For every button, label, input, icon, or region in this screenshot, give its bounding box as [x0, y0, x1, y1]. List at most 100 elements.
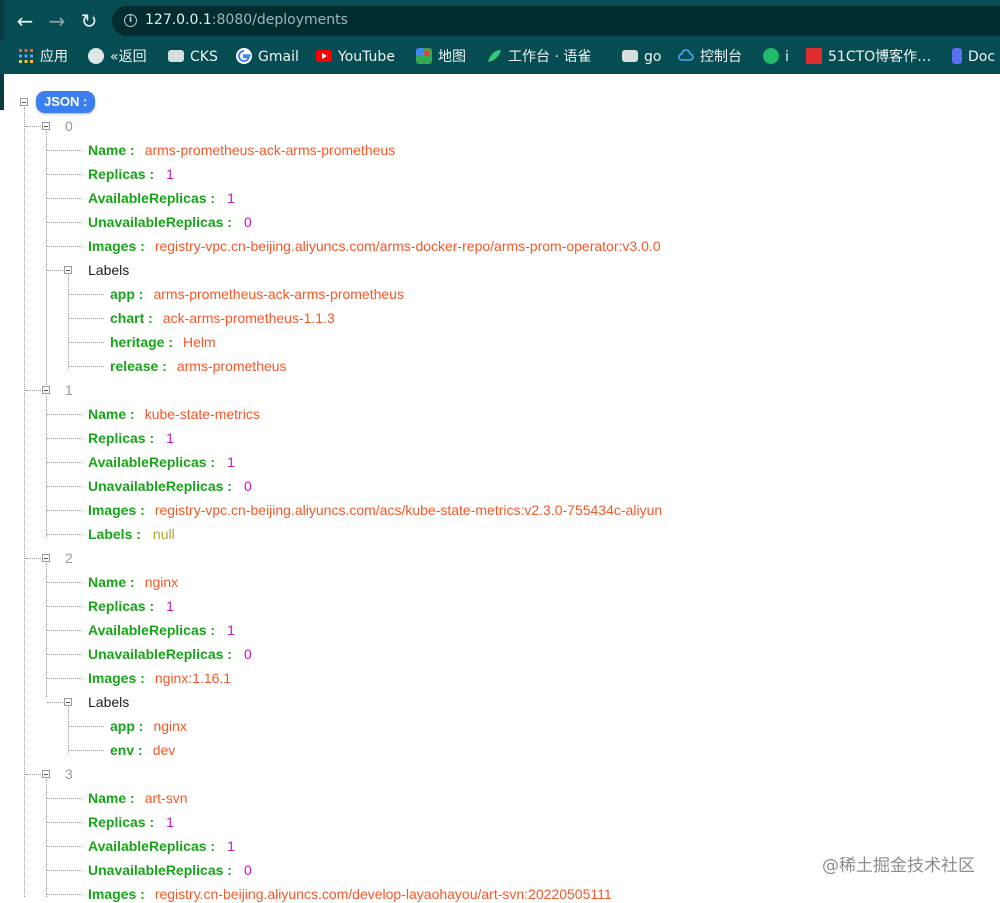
apps-grid-icon	[19, 49, 33, 63]
field-name: Name : nginx	[88, 574, 179, 590]
maps-icon	[416, 48, 432, 64]
youtube-icon	[316, 50, 332, 62]
tree-guide-line	[47, 630, 82, 631]
tree-guide-line	[69, 294, 104, 295]
tree-guide-line	[68, 707, 69, 754]
collapse-toggle-icon[interactable]	[42, 386, 50, 394]
collapse-toggle-icon[interactable]	[42, 122, 50, 130]
tree-guide-line	[47, 462, 82, 463]
field-replicas: Replicas :1	[88, 166, 174, 182]
tree-guide-line	[46, 131, 47, 385]
doc-icon	[952, 48, 962, 64]
collapse-toggle-icon[interactable]	[20, 98, 28, 106]
cloud-icon	[678, 49, 694, 61]
field-available-replicas: AvailableReplicas :1	[88, 622, 235, 638]
field-unavailable-replicas: UnavailableReplicas :0	[88, 862, 252, 878]
tree-guide-line	[47, 798, 82, 799]
field-unavailable-replicas: UnavailableReplicas :0	[88, 214, 252, 230]
bookmark-go[interactable]: go	[622, 48, 661, 66]
tree-guide-line	[47, 654, 82, 655]
tree-guide-line	[47, 486, 82, 487]
address-bar[interactable]: i 127.0.0.1:8080/deployments	[112, 6, 1000, 36]
tree-guide-line	[47, 606, 82, 607]
tree-guide-line	[47, 270, 63, 271]
tree-guide-line	[47, 870, 82, 871]
tree-guide-line	[25, 390, 41, 391]
tree-guide-line	[46, 779, 47, 897]
collapse-toggle-icon[interactable]	[42, 770, 50, 778]
bookmark-doc[interactable]: Doc	[952, 48, 995, 66]
bookmark-console[interactable]: 控制台	[678, 48, 742, 66]
info-icon[interactable]: i	[124, 14, 137, 27]
field-name: Name : art-svn	[88, 790, 188, 806]
bookmark-51cto[interactable]: 51CTO博客作…	[806, 48, 931, 66]
folder-icon	[622, 50, 638, 62]
tree-guide-line	[47, 198, 82, 199]
field-images: Images : registry.cn-beijing.aliyuncs.com…	[88, 886, 612, 902]
tree-guide-line	[47, 438, 82, 439]
tree-guide-line	[25, 774, 41, 775]
labels-node[interactable]: Labels	[88, 693, 129, 711]
array-index: 0	[65, 118, 73, 134]
tree-guide-line	[69, 342, 104, 343]
tree-guide-line	[47, 846, 82, 847]
label-entry: heritage : Helm	[110, 334, 216, 350]
field-unavailable-replicas: UnavailableReplicas :0	[88, 646, 252, 662]
folder-icon	[168, 50, 184, 62]
labels-node[interactable]: Labels	[88, 261, 129, 279]
collapse-toggle-icon[interactable]	[42, 554, 50, 562]
field-replicas: Replicas :1	[88, 814, 174, 830]
tree-guide-line	[47, 678, 82, 679]
field-images: Images : registry-vpc.cn-beijing.aliyuncs…	[88, 238, 661, 254]
globe-icon	[88, 48, 104, 64]
s-logo-icon	[763, 48, 779, 64]
collapse-toggle-icon[interactable]	[64, 266, 72, 274]
field-replicas: Replicas :1	[88, 430, 174, 446]
tree-guide-line	[47, 246, 82, 247]
reload-icon[interactable]: ↻	[76, 8, 102, 34]
json-root-badge[interactable]: JSON :	[36, 91, 96, 113]
tree-guide-line	[47, 702, 63, 703]
tree-guide-line	[47, 174, 82, 175]
field-unavailable-replicas: UnavailableReplicas :0	[88, 478, 252, 494]
tree-guide-line	[69, 366, 104, 367]
bookmark-yuque[interactable]: 工作台 · 语雀	[486, 48, 591, 66]
tree-guide-line	[47, 894, 82, 895]
field-name: Name : arms-prometheus-ack-arms-prometheu…	[88, 142, 396, 158]
tree-guide-line	[47, 582, 82, 583]
field-available-replicas: AvailableReplicas :1	[88, 454, 235, 470]
tree-guide-line	[24, 107, 25, 897]
tree-guide-line	[47, 822, 82, 823]
forward-arrow-icon[interactable]: →	[44, 8, 70, 34]
tree-guide-line	[47, 150, 82, 151]
field-replicas: Replicas :1	[88, 598, 174, 614]
field-available-replicas: AvailableReplicas :1	[88, 190, 235, 206]
array-index: 3	[65, 766, 73, 782]
51cto-icon	[806, 48, 822, 64]
json-tree-view: JSON : 0 Name : arms-prometheus-ack-arms-…	[0, 74, 1000, 902]
collapse-toggle-icon[interactable]	[64, 698, 72, 706]
bookmarks-bar: 应用 «返回 CKS Gmail YouTube 地图 工作台 · 语雀 go …	[0, 40, 1000, 74]
label-entry: chart : ack-arms-prometheus-1.1.3	[110, 310, 335, 326]
browser-toolbar: ← → ↻ i 127.0.0.1:8080/deployments	[0, 0, 1000, 40]
url-text[interactable]: 127.0.0.1:8080/deployments	[145, 12, 348, 28]
back-arrow-icon[interactable]: ←	[12, 8, 38, 34]
array-index: 2	[65, 550, 73, 566]
bookmark-i[interactable]: i	[763, 48, 789, 66]
bookmark-apps[interactable]: 应用	[18, 48, 68, 66]
tree-guide-line	[69, 750, 104, 751]
watermark: @稀土掘金技术社区	[822, 856, 975, 876]
bookmark-maps[interactable]: 地图	[416, 48, 466, 66]
bookmark-back[interactable]: «返回	[88, 48, 147, 66]
bookmark-youtube[interactable]: YouTube	[316, 48, 395, 66]
tree-guide-line	[47, 222, 82, 223]
tree-guide-line	[69, 726, 104, 727]
yuque-icon	[488, 50, 501, 62]
label-entry: release : arms-prometheus	[110, 358, 287, 374]
tree-guide-line	[25, 558, 41, 559]
tree-guide-line	[46, 395, 47, 538]
bookmark-gmail[interactable]: Gmail	[236, 48, 299, 66]
google-icon	[236, 48, 252, 64]
bookmark-cks[interactable]: CKS	[168, 48, 218, 66]
field-labels: Labels : null	[88, 526, 175, 542]
